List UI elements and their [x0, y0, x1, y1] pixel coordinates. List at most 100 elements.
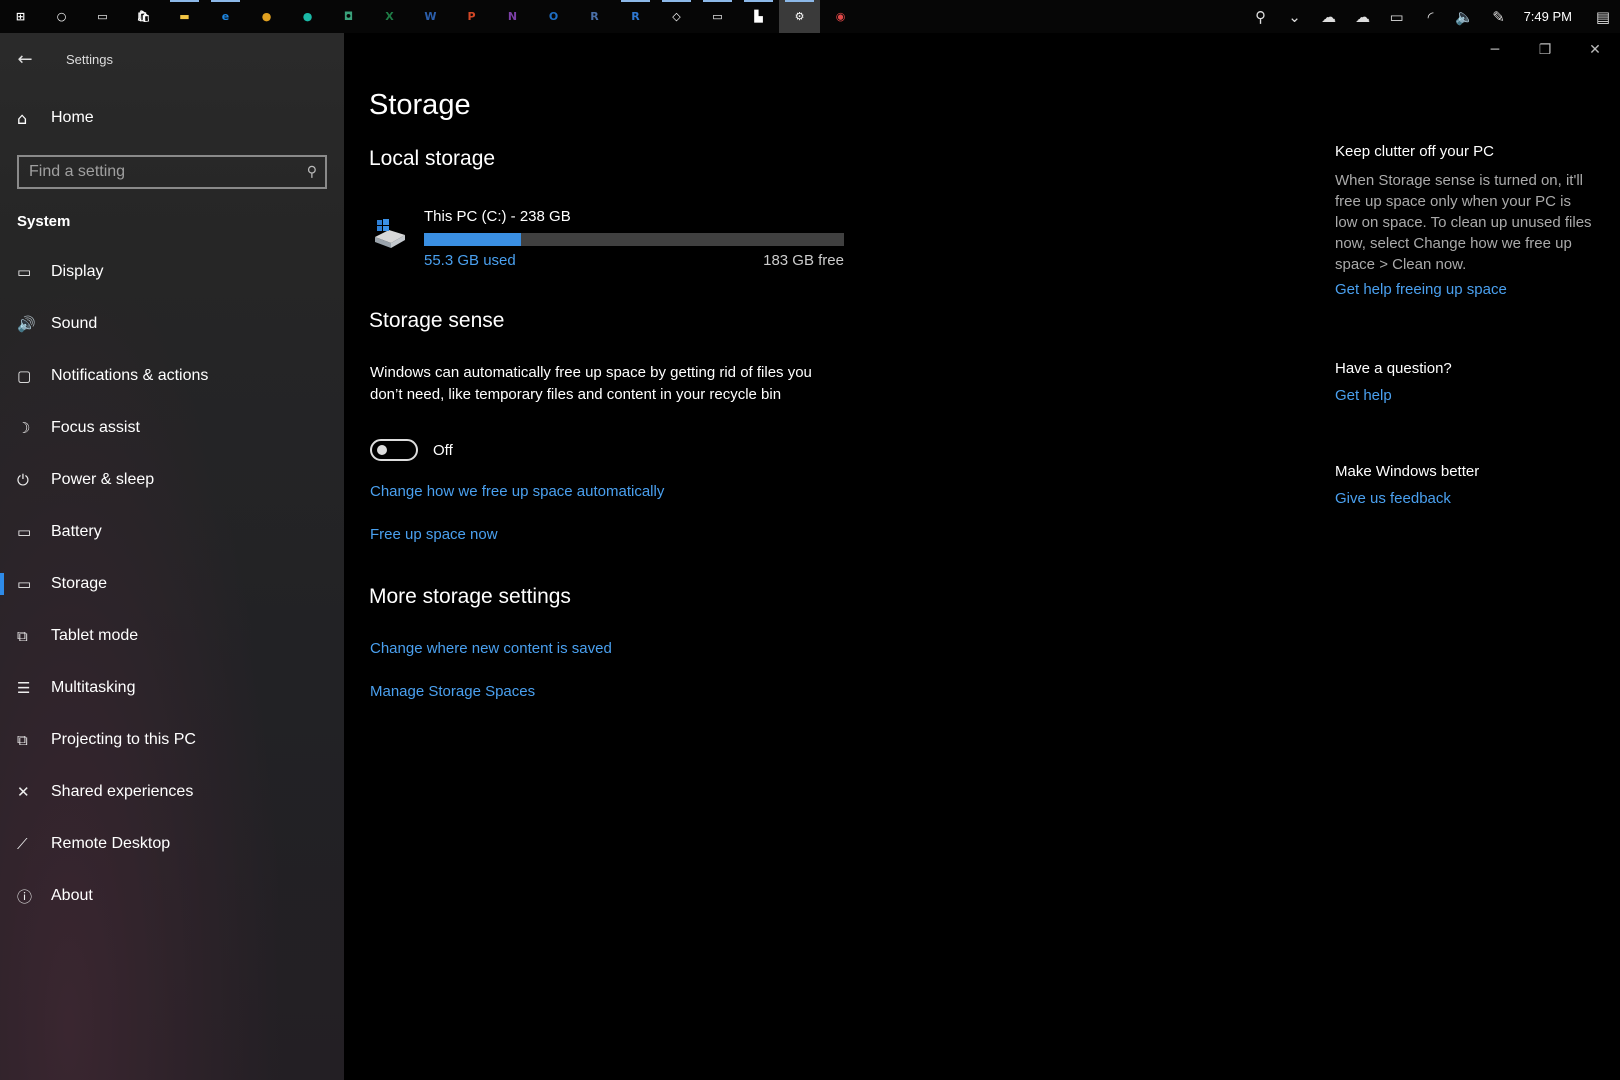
onenote-icon[interactable]: N — [492, 0, 533, 33]
pen-icon[interactable]: ✎ — [1482, 0, 1516, 33]
cortana-icon[interactable]: ○ — [41, 0, 82, 33]
r-icon[interactable]: R — [574, 0, 615, 33]
sidebar-item-storage[interactable]: ▭ Storage — [0, 558, 344, 610]
sidebar-item-about[interactable]: ⓘ About — [0, 870, 344, 922]
notifications-actions-icon: ▢ — [17, 367, 32, 385]
rstudio-icon-glyph: R — [631, 10, 640, 23]
clutter-heading: Keep clutter off your PC — [1335, 143, 1494, 160]
app-teal-icon-glyph: ● — [302, 10, 313, 23]
powerpoint-icon-glyph: P — [467, 10, 476, 23]
tablet-mode-icon: ⧉ — [17, 627, 28, 645]
outlook-icon-glyph: O — [548, 10, 559, 23]
search-box[interactable]: ⚲ — [17, 155, 327, 189]
search-icon[interactable]: ⚲ — [307, 164, 317, 180]
change-new-content-link[interactable]: Change where new content is saved — [370, 640, 612, 657]
settings-gear-icon[interactable]: ⚙ — [779, 0, 820, 33]
battery-tray-icon[interactable]: ▭ — [1380, 0, 1414, 33]
storage-usage-bar — [424, 233, 844, 246]
file-explorer-icon[interactable]: ▬ — [164, 0, 205, 33]
get-help-freeing-link[interactable]: Get help freeing up space — [1335, 281, 1597, 298]
volume-icon[interactable]: 🔈 — [1448, 0, 1482, 33]
action-center-icon[interactable]: ▤ — [1586, 0, 1620, 33]
sidebar-item-remote-desktop[interactable]: ⟋ Remote Desktop — [0, 818, 344, 870]
file-explorer-icon-glyph: ▬ — [179, 10, 190, 23]
onenote-icon-glyph: N — [507, 10, 518, 23]
paint-icon[interactable]: ◉ — [820, 0, 861, 33]
terminal-icon[interactable]: ▭ — [697, 0, 738, 33]
multitasking-icon: ☰ — [17, 679, 31, 697]
chrome-icon[interactable]: ● — [246, 0, 287, 33]
sidebar-item-label: Power & sleep — [51, 471, 155, 488]
task-view-icon[interactable]: ▭ — [82, 0, 123, 33]
sidebar-item-multitasking[interactable]: ☰ Multitasking — [0, 662, 344, 714]
search-input[interactable] — [29, 163, 279, 181]
app-teal-icon[interactable]: ● — [287, 0, 328, 33]
restore-icon[interactable]: ❐ — [1520, 33, 1570, 67]
give-feedback-link[interactable]: Give us feedback — [1335, 490, 1597, 507]
sidebar-item-display[interactable]: ▭ Display — [0, 246, 344, 298]
onedrive-icon[interactable]: ☁ — [1312, 0, 1346, 33]
more-storage-heading: More storage settings — [369, 585, 571, 608]
edge-icon[interactable]: e — [205, 0, 246, 33]
store-icon[interactable]: 🛍 — [123, 0, 164, 33]
sidebar-item-shared-experiences[interactable]: ✕ Shared experiences — [0, 766, 344, 818]
drive-name: This PC (C:) - 238 GB — [424, 208, 571, 225]
powerpoint-icon[interactable]: P — [451, 0, 492, 33]
power-sleep-icon: ⏻ — [17, 471, 29, 489]
store-icon-glyph: 🛍 — [136, 10, 151, 23]
app-green-icon[interactable]: ◘ — [328, 0, 369, 33]
terminal-icon-glyph: ▭ — [712, 10, 723, 23]
free-up-space-now-link[interactable]: Free up space now — [370, 526, 498, 543]
excel-icon[interactable]: X — [369, 0, 410, 33]
snip-icon[interactable]: ◇ — [656, 0, 697, 33]
sidebar-item-sound[interactable]: 🔊 Sound — [0, 298, 344, 350]
sidebar-item-label: About — [51, 887, 93, 904]
word-icon-glyph: W — [424, 10, 437, 23]
word-icon[interactable]: W — [410, 0, 451, 33]
sidebar-item-label: Battery — [51, 523, 102, 540]
home-nav-item[interactable]: ⌂ Home — [0, 94, 344, 142]
used-space: 55.3 GB used — [424, 252, 516, 269]
page-title: Storage — [369, 89, 471, 121]
excel-icon-glyph: X — [385, 10, 394, 23]
storage-sense-toggle[interactable] — [370, 439, 418, 461]
sidebar-item-label: Sound — [51, 315, 98, 332]
sidebar-header: ← Settings — [0, 33, 344, 85]
chevron-up-icon[interactable]: ⌄ — [1278, 0, 1312, 33]
feedback-panel: Make Windows better Give us feedback — [1335, 463, 1597, 507]
start-icon[interactable]: ⊞ — [0, 0, 41, 33]
back-arrow-icon[interactable]: ← — [0, 33, 50, 85]
onedrive-business-icon[interactable]: ☁ — [1346, 0, 1380, 33]
app-title: Settings — [66, 51, 113, 67]
minimize-icon[interactable]: ─ — [1470, 33, 1520, 67]
change-free-up-link[interactable]: Change how we free up space automaticall… — [370, 483, 664, 500]
question-panel: Have a question? Get help — [1335, 360, 1597, 404]
sidebar-item-battery[interactable]: ▭ Battery — [0, 506, 344, 558]
people-icon[interactable]: ⚲ — [1244, 0, 1278, 33]
sidebar-item-tablet-mode[interactable]: ⧉ Tablet mode — [0, 610, 344, 662]
sidebar-item-notifications-actions[interactable]: ▢ Notifications & actions — [0, 350, 344, 402]
rstudio-icon[interactable]: R — [615, 0, 656, 33]
sidebar-item-label: Display — [51, 263, 104, 280]
sound-icon: 🔊 — [17, 315, 36, 333]
manage-storage-spaces-link[interactable]: Manage Storage Spaces — [370, 683, 535, 700]
sidebar-item-projecting-to-this-pc[interactable]: ⧉ Projecting to this PC — [0, 714, 344, 766]
r-icon-glyph: R — [590, 10, 599, 23]
clock[interactable]: 7:49 PM — [1516, 9, 1586, 24]
system-tray: ⚲ ⌄ ☁ ☁ ▭ ◜ 🔈 ✎ 7:49 PM ▤ — [1244, 0, 1620, 33]
wifi-icon[interactable]: ◜ — [1414, 0, 1448, 33]
device-icon[interactable]: ▙ — [738, 0, 779, 33]
get-help-link[interactable]: Get help — [1335, 387, 1597, 404]
task-view-icon-glyph: ▭ — [97, 10, 108, 23]
sidebar-item-focus-assist[interactable]: ☽ Focus assist — [0, 402, 344, 454]
sidebar-item-label: Shared experiences — [51, 783, 194, 800]
sidebar-item-power-sleep[interactable]: ⏻ Power & sleep — [0, 454, 344, 506]
close-icon[interactable]: ✕ — [1570, 33, 1620, 67]
drive-c-item[interactable]: This PC (C:) - 238 GB 55.3 GB used 183 G… — [372, 205, 844, 275]
sidebar-item-label: Remote Desktop — [51, 835, 171, 852]
outlook-icon[interactable]: O — [533, 0, 574, 33]
taskbar: ⊞ ○ ▭ 🛍 ▬ e ● ● ◘ X W P N O R R ◇ ▭ ▙ ⚙ ◉ ⚲ ⌄ ☁ ☁ ▭ ◜ 🔈 ✎ 7:49 PM ▤ — [0, 0, 1620, 33]
sidebar-item-label: Tablet mode — [51, 627, 139, 644]
home-icon: ⌂ — [17, 108, 28, 128]
settings-sidebar: ← Settings ⌂ Home ⚲ System ▭ Display 🔊 Soun… — [0, 33, 344, 1080]
